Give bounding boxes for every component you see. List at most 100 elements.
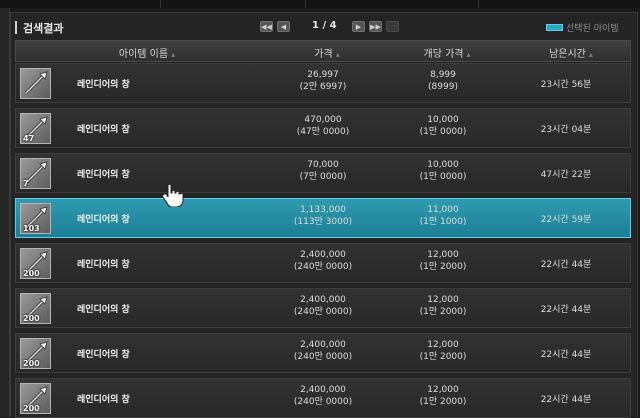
item-icon[interactable] (20, 68, 51, 99)
price-korean: (240만 0000) (293, 307, 353, 317)
top-strip-divider (160, 0, 161, 8)
unit-price-korean: (1만 0000) (419, 127, 467, 137)
panel-title-bar: 검색결과 ◀◀ ◀ 1 / 4 ▶ ▶▶ 선택된 아이템 (11, 13, 637, 39)
top-strip-divider (305, 0, 306, 8)
time-left: 22시간 59분 (540, 215, 592, 225)
price-korean: (240만 0000) (293, 397, 353, 407)
item-icon[interactable]: 7 (20, 158, 51, 189)
unit-price-value: 12,000 (427, 295, 459, 305)
unit-price-korean: (1만 2000) (419, 352, 467, 362)
column-header-label: 아이템 이름 (118, 49, 169, 60)
unit-price-korean: (1만 2000) (419, 262, 467, 272)
time-left: 47시간 22분 (540, 170, 592, 180)
column-header-unit-price[interactable]: 개당 가격 ▴ (424, 45, 471, 60)
prev-page-button[interactable]: ◀ (277, 21, 290, 32)
column-header-time-left[interactable]: 남은시간 ▴ (549, 45, 593, 60)
sort-icon: ▴ (171, 50, 176, 59)
item-name: 레인디어의 창 (77, 260, 130, 270)
price-korean: (113만 3000) (293, 217, 353, 227)
item-icon[interactable]: 200 (20, 383, 51, 414)
unit-price-cell: 12,000 (1만 2000) (420, 339, 467, 363)
page-end-button[interactable] (386, 21, 399, 32)
column-header-label: 가격 (314, 49, 333, 60)
legend-label: 선택된 아이템 (566, 24, 619, 34)
unit-price-korean: (1만 2000) (419, 397, 467, 407)
spear-icon (24, 71, 48, 95)
price-korean: (2만 6997) (299, 82, 347, 92)
item-icon[interactable]: 200 (20, 293, 51, 324)
unit-price-value: 8,999 (430, 70, 456, 80)
item-level: 200 (23, 404, 40, 413)
left-sidebar-edge (0, 8, 10, 417)
item-icon[interactable]: 200 (20, 338, 51, 369)
unit-price-korean: (1만 1000) (419, 217, 467, 227)
table-row[interactable]: 47 레인디어의 창 470,000 (47만 0000) 10,000 (1만 0000… (15, 108, 631, 148)
price-korean: (240만 0000) (293, 262, 353, 272)
first-page-button[interactable]: ◀◀ (260, 21, 273, 32)
time-left: 22시간 44분 (540, 260, 592, 270)
unit-price-cell: 10,000 (1만 0000) (420, 159, 467, 183)
item-icon[interactable]: 103 (20, 203, 51, 234)
item-level: 7 (23, 179, 29, 188)
table-row[interactable]: 200 레인디어의 창 2,400,000 (240만 0000) 12,000 (1만 … (15, 333, 631, 373)
price-value: 2,400,000 (300, 250, 346, 260)
column-header-item-name[interactable]: 아이템 이름 ▴ (119, 45, 175, 60)
table-row[interactable]: 200 레인디어의 창 2,400,000 (240만 0000) 12,000 (1만 … (15, 288, 631, 328)
next-page-icon: ▶ (355, 23, 362, 31)
price-cell: 2,400,000 (240만 0000) (294, 249, 352, 273)
price-cell: 1,133,000 (113만 3000) (294, 204, 352, 228)
price-cell: 70,000 (7만 0000) (300, 159, 347, 183)
last-page-button[interactable]: ▶▶ (369, 21, 382, 32)
table-row[interactable]: 200 레인디어의 창 2,400,000 (240만 0000) 12,000 (1만 … (15, 243, 631, 283)
price-cell: 470,000 (47만 0000) (297, 114, 350, 138)
unit-price-value: 11,000 (427, 205, 459, 215)
item-icon[interactable]: 200 (20, 248, 51, 279)
unit-price-korean: (1만 0000) (419, 172, 467, 182)
table-row[interactable]: 7 레인디어의 창 70,000 (7만 0000) 10,000 (1만 0000) 47… (15, 153, 631, 193)
time-left: 22시간 44분 (540, 350, 592, 360)
price-value: 2,400,000 (300, 385, 346, 395)
item-name: 레인디어의 창 (77, 395, 130, 405)
price-korean: (47만 0000) (296, 127, 350, 137)
unit-price-value: 12,000 (427, 250, 459, 260)
time-left: 22시간 44분 (540, 305, 592, 315)
price-value: 470,000 (304, 115, 342, 125)
table-row[interactable]: 레인디어의 창 26,997 (2만 6997) 8,999 (8999) 23시간 56… (15, 63, 631, 103)
sort-icon: ▴ (335, 50, 340, 59)
time-left: 23시간 56분 (540, 80, 592, 90)
table-row[interactable]: 103 레인디어의 창 1,133,000 (113만 3000) 11,000 (1만 … (15, 198, 631, 238)
unit-price-cell: 10,000 (1만 0000) (420, 114, 467, 138)
time-left: 23시간 04분 (540, 125, 592, 135)
item-name: 레인디어의 창 (77, 350, 130, 360)
legend-swatch (546, 24, 563, 31)
unit-price-korean: (1만 2000) (419, 307, 467, 317)
item-name: 레인디어의 창 (77, 80, 130, 90)
price-cell: 2,400,000 (240만 0000) (294, 294, 352, 318)
last-page-icon: ▶▶ (370, 23, 381, 31)
top-strip (0, 0, 640, 8)
item-name: 레인디어의 창 (77, 170, 130, 180)
item-icon[interactable]: 47 (20, 113, 51, 144)
unit-price-value: 12,000 (427, 385, 459, 395)
unit-price-korean: (8999) (428, 82, 458, 92)
search-results-panel: 검색결과 ◀◀ ◀ 1 / 4 ▶ ▶▶ 선택된 아이템 아이템 이름 ▴ 가격 ▴… (10, 12, 638, 418)
sort-icon: ▴ (588, 50, 593, 59)
price-value: 2,400,000 (300, 295, 346, 305)
column-header-label: 남은시간 (549, 49, 586, 60)
item-name: 레인디어의 창 (77, 215, 130, 225)
first-page-icon: ◀◀ (261, 23, 272, 31)
item-level: 200 (23, 359, 40, 368)
unit-price-cell: 12,000 (1만 2000) (420, 249, 467, 273)
price-cell: 2,400,000 (240만 0000) (294, 339, 352, 363)
price-value: 26,997 (307, 70, 339, 80)
item-name: 레인디어의 창 (77, 125, 130, 135)
unit-price-value: 12,000 (427, 340, 459, 350)
column-header-price[interactable]: 가격 ▴ (314, 45, 339, 60)
item-level: 103 (23, 224, 40, 233)
price-value: 1,133,000 (300, 205, 346, 215)
table-row[interactable]: 200 레인디어의 창 2,400,000 (240만 0000) 12,000 (1만 … (15, 378, 631, 418)
item-level: 47 (23, 134, 35, 143)
panel-title: 검색결과 (23, 22, 64, 35)
hand-cursor-icon (162, 183, 185, 211)
next-page-button[interactable]: ▶ (352, 21, 365, 32)
